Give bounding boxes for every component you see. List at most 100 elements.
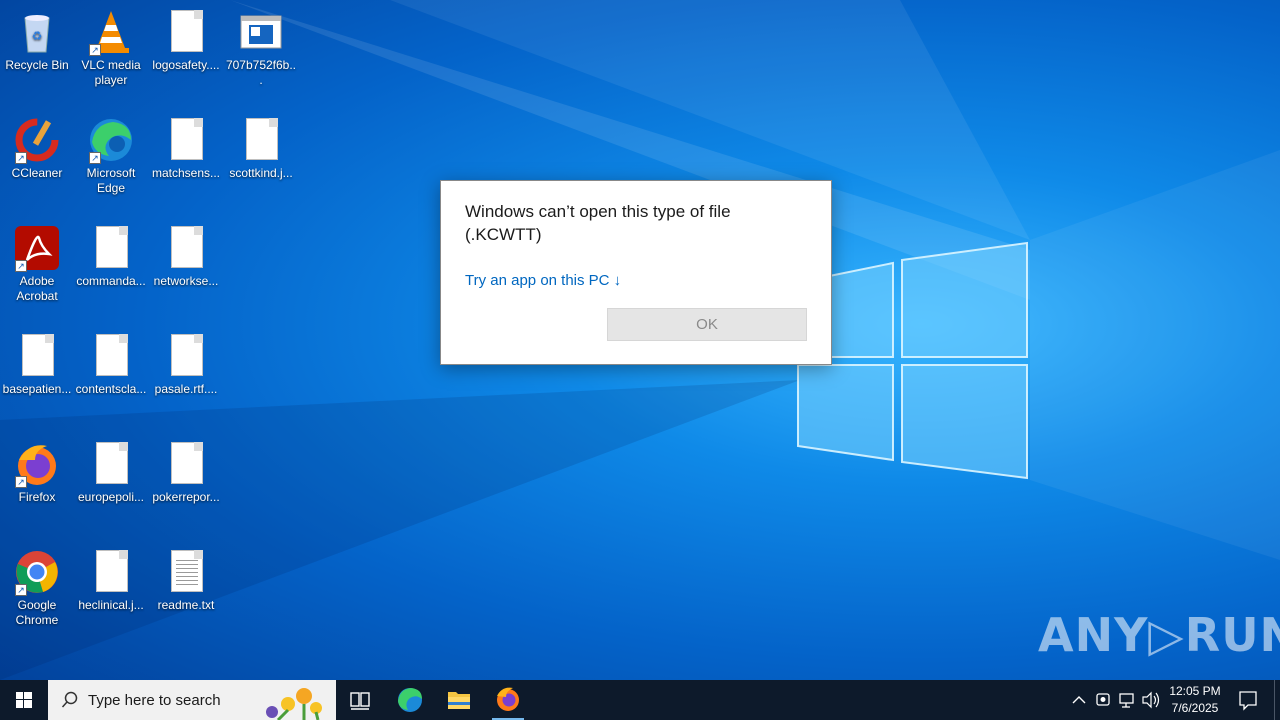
- clock-date: 7/6/2025: [1171, 701, 1219, 715]
- desktop-icon-google-chrome[interactable]: ↗ Google Chrome: [1, 544, 73, 628]
- icon-label: Adobe Acrobat: [16, 274, 58, 303]
- desktop-icon-adobe-acrobat[interactable]: ↗ Adobe Acrobat: [1, 220, 73, 304]
- file-icon: [162, 8, 210, 56]
- taskbar-firefox-button[interactable]: [484, 680, 532, 720]
- desktop-icon-file[interactable]: basepatien...: [1, 328, 73, 397]
- icon-label: 707b752f6b...: [225, 58, 297, 87]
- windows-start-icon: [16, 692, 32, 708]
- desktop-icon-file[interactable]: matchsens...: [150, 112, 222, 181]
- file-icon: [237, 116, 285, 164]
- file-icon: [87, 224, 135, 272]
- shortcut-arrow-icon: ↗: [15, 152, 27, 164]
- windows-logo-pane: [797, 364, 894, 462]
- dialog-title: Windows can’t open this type of file (.K…: [465, 202, 731, 244]
- edge-icon: ↗: [87, 116, 135, 164]
- windows-logo-pane: [901, 364, 1028, 480]
- search-icon: [61, 691, 78, 708]
- file-icon: [13, 332, 61, 380]
- taskbar-file-explorer-button[interactable]: [435, 680, 483, 720]
- recycle-bin-icon: ♻: [13, 8, 61, 56]
- icon-label: pokerrepor...: [152, 490, 220, 504]
- icon-label: commanda...: [76, 274, 146, 288]
- windows-logo-pane: [901, 241, 1028, 358]
- icon-label: Google Chrome: [15, 598, 59, 627]
- icon-label: basepatien...: [2, 382, 72, 396]
- tray-network-button[interactable]: [1116, 680, 1138, 720]
- task-view-button[interactable]: [336, 680, 384, 720]
- anyrun-watermark: ANY▷RUN: [1038, 608, 1280, 662]
- clock-time: 12:05 PM: [1169, 684, 1221, 698]
- icon-label: Recycle Bin: [5, 58, 69, 72]
- network-icon: [1119, 693, 1134, 708]
- file-icon: [162, 332, 210, 380]
- desktop-icon-ccleaner[interactable]: ↗ CCleaner: [1, 112, 73, 181]
- firefox-icon: ↗: [13, 440, 61, 488]
- icon-label: heclinical.j...: [78, 598, 144, 612]
- desktop-icon-file[interactable]: commanda...: [75, 220, 147, 289]
- icon-label: Microsoft Edge: [86, 166, 136, 195]
- desktop-icon-file[interactable]: pokerrepor...: [150, 436, 222, 505]
- shortcut-arrow-icon: ↗: [15, 260, 27, 272]
- shield-device-icon: [1096, 693, 1110, 706]
- file-icon: [87, 548, 135, 596]
- desktop-icon-file[interactable]: scottkind.j...: [225, 112, 297, 181]
- tray-security-icon-button[interactable]: [1092, 680, 1114, 720]
- firefox-icon: [497, 687, 519, 711]
- tray-show-hidden-icons[interactable]: [1068, 680, 1090, 720]
- ok-button[interactable]: OK: [607, 308, 807, 341]
- task-view-icon: [350, 692, 370, 710]
- icon-label: scottkind.j...: [229, 166, 293, 180]
- shortcut-arrow-icon: ↗: [89, 44, 101, 56]
- taskbar-clock[interactable]: 12:05 PM 7/6/2025: [1158, 683, 1232, 717]
- icon-label: logosafety....: [152, 58, 220, 72]
- file-icon: [87, 440, 135, 488]
- shortcut-arrow-icon: ↗: [15, 584, 27, 596]
- ccleaner-icon: ↗: [13, 116, 61, 164]
- vlc-cone-icon: ↗: [87, 8, 135, 56]
- icon-label: readme.txt: [157, 598, 215, 612]
- taskbar: Type here to search 12:05 PM 7/6/2025: [0, 680, 1280, 720]
- try-an-app-link[interactable]: Try an app on this PC ↓: [465, 272, 621, 289]
- file-icon: [87, 332, 135, 380]
- icon-label: contentscla...: [75, 382, 147, 396]
- window-app-icon: [237, 8, 285, 56]
- start-button[interactable]: [0, 680, 48, 720]
- show-desktop-button[interactable]: [1274, 680, 1280, 720]
- desktop-icon-readme-txt[interactable]: readme.txt: [150, 544, 222, 613]
- desktop-icon-file[interactable]: pasale.rtf....: [150, 328, 222, 397]
- file-icon: [162, 224, 210, 272]
- icon-label: pasale.rtf....: [154, 382, 218, 396]
- edge-icon: [398, 688, 422, 712]
- desktop-icon-file[interactable]: europepoli...: [75, 436, 147, 505]
- desktop-icon-vlc[interactable]: ↗ VLC media player: [75, 4, 147, 88]
- icon-label: VLC media player: [81, 58, 141, 87]
- shortcut-arrow-icon: ↗: [15, 476, 27, 488]
- search-highlight-flowers-icon: [266, 688, 322, 720]
- taskbar-search-box[interactable]: Type here to search: [48, 680, 336, 720]
- desktop-icon-file[interactable]: heclinical.j...: [75, 544, 147, 613]
- icon-label: matchsens...: [151, 166, 221, 180]
- file-icon: [162, 440, 210, 488]
- text-file-icon: [162, 548, 210, 596]
- svg-text:♻: ♻: [32, 29, 43, 43]
- chrome-icon: ↗: [13, 548, 61, 596]
- file-icon: [162, 116, 210, 164]
- notification-icon: [1239, 691, 1257, 711]
- action-center-button[interactable]: [1234, 680, 1262, 720]
- desktop-icon-file[interactable]: contentscla...: [75, 328, 147, 397]
- desktop-icon-window-file[interactable]: 707b752f6b...: [225, 4, 297, 88]
- icon-label: CCleaner: [11, 166, 63, 180]
- adobe-acrobat-icon: ↗: [13, 224, 61, 272]
- folder-icon: [448, 692, 470, 709]
- cant-open-file-dialog: Windows can’t open this type of file (.K…: [440, 180, 832, 365]
- chevron-up-icon: [1072, 696, 1086, 704]
- taskbar-edge-button[interactable]: [386, 680, 434, 720]
- icon-label: networkse...: [153, 274, 219, 288]
- desktop-icon-recycle-bin[interactable]: ♻ Recycle Bin: [1, 4, 73, 73]
- desktop-icon-file[interactable]: logosafety....: [150, 4, 222, 73]
- desktop-icon-microsoft-edge[interactable]: ↗ Microsoft Edge: [75, 112, 147, 196]
- icon-label: europepoli...: [77, 490, 145, 504]
- desktop-icon-firefox[interactable]: ↗ Firefox: [1, 436, 73, 505]
- desktop-icon-file[interactable]: networkse...: [150, 220, 222, 289]
- shortcut-arrow-icon: ↗: [89, 152, 101, 164]
